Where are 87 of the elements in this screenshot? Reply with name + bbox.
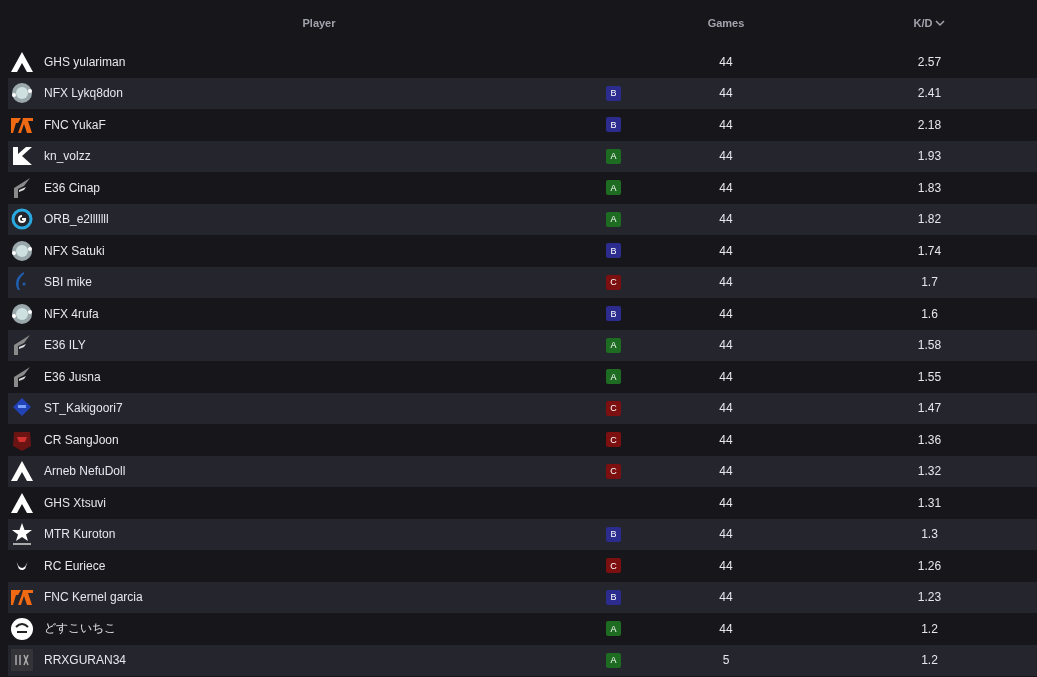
games-cell-text: 44: [718, 243, 734, 258]
kd-cell-text: 1.31: [916, 495, 943, 510]
player-name: ST_Kakigoori7: [44, 401, 123, 416]
kd-cell-text: 1.55: [916, 369, 943, 384]
tier-badge: A: [606, 337, 621, 353]
player-name: ORB_e2lllllll: [44, 212, 109, 227]
tier-badge: A: [606, 180, 621, 196]
tier-badge: B: [606, 243, 621, 259]
player-name: kn_volzz: [44, 149, 91, 164]
games-cell-text: 5: [721, 653, 731, 668]
games-cell-text: 44: [718, 117, 734, 132]
sort-chevron-icon: [935, 19, 946, 27]
tier-badge: A: [606, 652, 621, 668]
kd-cell-text: 1.23: [916, 590, 943, 605]
player-name: FNC YukaF: [44, 117, 106, 132]
kd-cell-text: 1.83: [916, 180, 943, 195]
column-header[interactable]: Player: [8, 17, 630, 29]
column-header[interactable]: K/D: [822, 17, 1037, 29]
games-cell-text: 44: [718, 590, 734, 605]
games-cell-text: 44: [718, 369, 734, 384]
kd-cell-text: 1.6: [920, 306, 939, 321]
games-cell-text: 44: [718, 306, 734, 321]
kd-cell-text: 1.2: [920, 621, 939, 636]
player-name: NFX Lykq8don: [44, 86, 123, 101]
games-cell-text: 44: [718, 558, 734, 573]
kd-cell-text: 1.7: [920, 275, 939, 290]
player-name: どすこいちこ: [44, 620, 116, 638]
tier-badge: C: [606, 558, 621, 574]
kd-cell-text: 1.47: [916, 401, 943, 416]
player-name: E36 ILY: [44, 338, 86, 353]
player-name: MTR Kuroton: [44, 527, 116, 542]
player-name: RRXGURAN34: [44, 653, 127, 668]
kd-cell-text: 1.26: [916, 558, 943, 573]
player-name: NFX 4rufa: [44, 306, 99, 321]
games-cell-text: 44: [718, 527, 734, 542]
player-name: E36 Cinap: [44, 180, 101, 195]
tier-badge: A: [606, 369, 621, 385]
games-cell-text: 44: [718, 86, 734, 101]
player-name: Arneb NefuDoll: [44, 464, 126, 479]
kd-cell-text: 1.82: [916, 212, 943, 227]
tier-badge: B: [606, 306, 621, 322]
triangle-logo-icon: [10, 459, 34, 484]
player-name: E36 Jusna: [44, 369, 101, 384]
tier-badge: C: [606, 432, 621, 448]
games-cell-text: 44: [718, 149, 734, 164]
games-cell-text: 44: [718, 401, 734, 416]
games-cell-text: 44: [718, 464, 734, 479]
kd-cell-text: 1.74: [916, 243, 943, 258]
player-name: FNC Kernel garcia: [44, 590, 143, 605]
square-logo-icon: [10, 648, 34, 673]
kd-cell-text: 2.18: [916, 117, 943, 132]
player-name: GHS Xtsuvi: [44, 495, 106, 510]
kd-cell-text: 1.58: [916, 338, 943, 353]
kd-cell-text: 1.2: [920, 653, 939, 668]
tier-badge: A: [606, 211, 621, 227]
player-name: GHS yulariman: [44, 54, 126, 69]
player-name: RC Euriece: [44, 558, 106, 573]
column-header[interactable]: Games: [630, 17, 822, 29]
tier-badge: A: [606, 621, 621, 637]
kd-cell-text: 1.32: [916, 464, 943, 479]
tier-badge: C: [606, 400, 621, 416]
kd-cell-text: 1.36: [916, 432, 943, 447]
kd-cell-text: 2.41: [916, 86, 943, 101]
kd-cell-text: 1.93: [916, 149, 943, 164]
player-name: NFX Satuki: [44, 243, 105, 258]
player-name: CR SangJoon: [44, 432, 119, 447]
player-name: SBI mike: [44, 275, 92, 290]
tier-badge: C: [606, 463, 621, 479]
games-cell-text: 44: [718, 338, 734, 353]
games-cell-text: 44: [718, 275, 734, 290]
games-cell-text: 44: [718, 621, 734, 636]
games-cell-text: 44: [718, 495, 734, 510]
tier-badge: A: [606, 148, 621, 164]
games-cell-text: 44: [718, 54, 734, 69]
tier-badge: C: [606, 274, 621, 290]
tier-badge: B: [606, 85, 621, 101]
kd-cell-text: 2.57: [916, 54, 943, 69]
games-cell-text: 44: [718, 212, 734, 227]
kd-cell-text: 1.3: [920, 527, 939, 542]
ring-logo-icon: [10, 207, 34, 232]
round-logo-icon: [10, 616, 34, 641]
games-cell-text: 44: [718, 432, 734, 447]
games-cell-text: 44: [718, 180, 734, 195]
tier-badge: B: [606, 117, 621, 133]
tier-badge: B: [606, 526, 621, 542]
tier-badge: B: [606, 589, 621, 605]
star-logo-icon: [10, 522, 34, 547]
